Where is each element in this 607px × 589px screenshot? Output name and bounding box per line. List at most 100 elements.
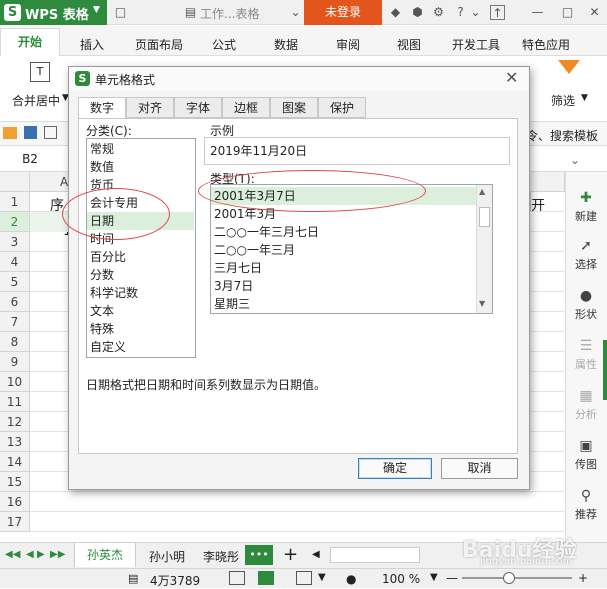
minimize-icon[interactable]: —: [530, 5, 545, 20]
zoom-slider-thumb[interactable]: [503, 572, 515, 584]
merge-center-button[interactable]: 合并居中: [12, 92, 60, 109]
type-list-scrollbar[interactable]: ▲ ▼: [476, 185, 492, 313]
row-header[interactable]: 1: [0, 192, 30, 212]
settings-icon[interactable]: ⚙: [431, 5, 446, 20]
scroll-up-icon[interactable]: ▲: [479, 187, 485, 196]
row-header[interactable]: 3: [0, 232, 30, 252]
grid-cell[interactable]: [530, 192, 565, 212]
cancel-button[interactable]: 取消: [441, 458, 518, 479]
tab-formula[interactable]: 公式: [212, 36, 236, 53]
category-item[interactable]: 常规: [90, 140, 190, 158]
row-header[interactable]: 2: [0, 212, 30, 232]
row-header[interactable]: 9: [0, 352, 30, 372]
tab-special[interactable]: 特色应用: [522, 36, 570, 53]
row-header[interactable]: 12: [0, 412, 30, 432]
row-header[interactable]: 7: [0, 312, 30, 332]
dialog-tab-alignment[interactable]: 对齐: [126, 97, 174, 118]
close-icon[interactable]: ✕: [587, 5, 602, 20]
type-item[interactable]: 二○○一年三月: [214, 241, 476, 259]
sidebar-expand-handle[interactable]: [603, 340, 607, 400]
row-header[interactable]: 13: [0, 432, 30, 452]
sidebar-upload-image-button[interactable]: ▣ 传图: [565, 438, 607, 472]
row-header[interactable]: 16: [0, 492, 30, 512]
ok-button[interactable]: 确定: [358, 458, 432, 479]
sheet-tab[interactable]: 孙小明: [149, 548, 185, 565]
type-item[interactable]: 3月7日: [214, 277, 476, 295]
prev-sheet-icon[interactable]: ◀: [26, 549, 34, 560]
row-header[interactable]: 4: [0, 252, 30, 272]
page-layout-view-icon[interactable]: [258, 571, 274, 585]
merge-center-icon[interactable]: T: [30, 62, 50, 82]
tab-start[interactable]: 开始: [0, 28, 60, 56]
row-header[interactable]: 6: [0, 292, 30, 312]
dialog-tab-number[interactable]: 数字: [78, 97, 126, 119]
tab-data[interactable]: 数据: [274, 36, 298, 53]
category-item[interactable]: 自定义: [90, 338, 190, 356]
save-icon[interactable]: [24, 126, 37, 139]
scroll-left-icon[interactable]: ◀: [312, 549, 320, 560]
row-header[interactable]: 17: [0, 512, 30, 532]
row-header[interactable]: 11: [0, 392, 30, 412]
last-sheet-icon[interactable]: ▶▶: [50, 549, 65, 560]
horizontal-scrollbar[interactable]: [330, 547, 420, 563]
tab-insert[interactable]: 插入: [80, 36, 104, 53]
shield-icon[interactable]: ◆: [388, 5, 403, 20]
add-sheet-button[interactable]: +: [283, 544, 298, 565]
chevron-down-icon[interactable]: ⌄: [570, 153, 580, 167]
skin-icon[interactable]: ⬢: [410, 5, 425, 20]
row-header[interactable]: 8: [0, 332, 30, 352]
maximize-icon[interactable]: □: [560, 5, 575, 20]
filter-icon[interactable]: [558, 60, 580, 74]
tab-page-layout[interactable]: 页面布局: [135, 36, 183, 53]
category-item[interactable]: 科学记数: [90, 284, 190, 302]
sidebar-shape-button[interactable]: ● 形状: [565, 288, 607, 322]
category-item[interactable]: 特殊: [90, 320, 190, 338]
zoom-out-icon[interactable]: —: [446, 571, 458, 585]
eye-protect-icon[interactable]: ●: [346, 572, 356, 586]
chevron-down-icon[interactable]: ⌄: [288, 5, 303, 20]
help-icon[interactable]: ?: [453, 5, 468, 20]
dialog-tab-pattern[interactable]: 图案: [270, 97, 318, 118]
scroll-down-icon[interactable]: ▼: [479, 299, 485, 308]
open-folder-icon[interactable]: [3, 127, 17, 139]
row-header[interactable]: 10: [0, 372, 30, 392]
sidebar-recommend-button[interactable]: ⚲ 推荐: [565, 488, 607, 522]
sheet-tab-active[interactable]: 孙英杰: [74, 543, 136, 567]
select-all-corner[interactable]: [0, 172, 30, 192]
search-template-label[interactable]: 令、搜索模板: [526, 127, 598, 144]
page-break-view-icon[interactable]: [296, 571, 312, 585]
chevron-down-icon[interactable]: ⌄: [468, 5, 483, 20]
scrollbar-thumb[interactable]: [479, 207, 490, 227]
restore-icon[interactable]: ↑: [490, 5, 505, 20]
login-button[interactable]: 未登录: [304, 0, 382, 25]
dialog-tab-font[interactable]: 字体: [174, 97, 222, 118]
print-icon[interactable]: [44, 126, 57, 139]
tab-view[interactable]: 视图: [397, 36, 421, 53]
more-sheets-button[interactable]: •••: [245, 545, 273, 565]
filter-button[interactable]: 筛选: [551, 92, 575, 109]
category-item[interactable]: 数值: [90, 158, 190, 176]
category-item[interactable]: 文本: [90, 302, 190, 320]
sidebar-properties-button[interactable]: ☰ 属性: [565, 338, 607, 372]
close-icon[interactable]: ✕: [505, 68, 518, 87]
type-item[interactable]: 二○○一年三月七日: [214, 223, 476, 241]
tab-dev-tools[interactable]: 开发工具: [452, 36, 500, 53]
dialog-tab-protection[interactable]: 保护: [318, 97, 366, 118]
zoom-slider[interactable]: [462, 577, 572, 579]
normal-view-icon[interactable]: [229, 571, 245, 585]
zoom-level[interactable]: 100 %: [382, 572, 420, 586]
dialog-tab-border[interactable]: 边框: [222, 97, 270, 118]
sheet-tab[interactable]: 李晓彤: [203, 548, 239, 565]
app-menu-button[interactable]: S WPS 表格 ▼: [0, 0, 107, 25]
tab-review[interactable]: 审阅: [336, 36, 360, 53]
next-sheet-icon[interactable]: ▶: [37, 549, 45, 560]
sidebar-new-button[interactable]: ✚ 新建: [565, 190, 607, 224]
new-doc-icon[interactable]: □: [113, 5, 128, 20]
category-item[interactable]: 百分比: [90, 248, 190, 266]
sidebar-analysis-button[interactable]: ▦ 分析: [565, 388, 607, 422]
printer-icon[interactable]: ▤: [128, 572, 138, 585]
zoom-in-icon[interactable]: +: [578, 571, 588, 585]
type-item[interactable]: 星期三: [214, 295, 476, 313]
chevron-down-icon[interactable]: ▼: [430, 572, 438, 583]
row-header[interactable]: 5: [0, 272, 30, 292]
